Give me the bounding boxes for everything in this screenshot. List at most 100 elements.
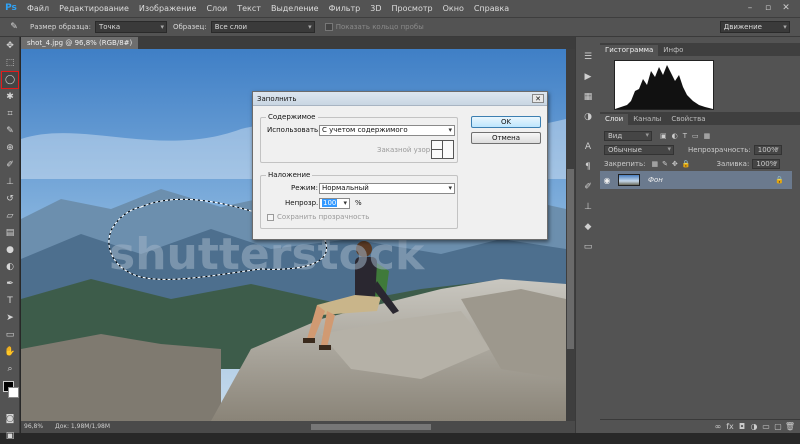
- preserve-transparency-checkbox[interactable]: [267, 214, 274, 221]
- menu-edit[interactable]: Редактирование: [54, 4, 134, 13]
- new-group-icon[interactable]: ▭: [760, 422, 772, 431]
- blur-tool-icon[interactable]: ●: [2, 242, 18, 258]
- eyedropper-preset-icon[interactable]: ✎: [6, 19, 22, 35]
- quick-mask-icon[interactable]: ◙: [2, 411, 18, 427]
- new-layer-icon[interactable]: ▢: [772, 422, 784, 431]
- crop-tool-icon[interactable]: ⌗: [2, 106, 18, 122]
- restore-button[interactable]: ▫: [762, 2, 774, 14]
- background-color-swatch[interactable]: [8, 387, 19, 398]
- tab-properties[interactable]: Свойства: [666, 114, 710, 125]
- layer-opacity-field[interactable]: 100%: [753, 145, 782, 155]
- lasso-tool-icon[interactable]: ◯: [1, 71, 19, 89]
- type-tool-icon[interactable]: T: [2, 293, 18, 309]
- character-panel-icon[interactable]: A: [580, 139, 596, 155]
- tab-layers[interactable]: Слои: [600, 114, 629, 125]
- doc-size-readout: Док: 1,98M/1,98M: [55, 423, 111, 430]
- layer-row-background[interactable]: ◉ Фон 🔒: [600, 171, 792, 189]
- zoom-readout[interactable]: 96,8%: [21, 421, 55, 433]
- custom-pattern-picker: [431, 140, 454, 159]
- fill-dialog: Заполнить ✕ Содержимое Использовать: С у…: [252, 91, 548, 240]
- zoom-tool-icon[interactable]: ⌕: [2, 361, 18, 377]
- timeline-panel-icon[interactable]: ▭: [580, 239, 596, 255]
- cancel-button[interactable]: Отмена: [471, 132, 541, 144]
- close-window-button[interactable]: ✕: [780, 2, 792, 14]
- eyedropper-tool-icon[interactable]: ✎: [2, 123, 18, 139]
- minimize-button[interactable]: –: [744, 2, 756, 14]
- clone-stamp-tool-icon[interactable]: ⊥: [2, 174, 18, 190]
- layer-lock-icon: 🔒: [775, 176, 784, 184]
- menu-3d[interactable]: 3D: [365, 4, 386, 13]
- menu-view[interactable]: Просмотр: [387, 4, 438, 13]
- path-selection-tool-icon[interactable]: ➤: [2, 310, 18, 326]
- color-swatches[interactable]: [2, 381, 19, 407]
- layer-kind-select[interactable]: Вид: [604, 131, 652, 141]
- layer-style-icon[interactable]: fx: [724, 422, 736, 431]
- vertical-scrollbar[interactable]: [566, 49, 575, 421]
- document-tab[interactable]: shot_4.jpg @ 96,8% (RGB/8#): [21, 37, 139, 49]
- menu-window[interactable]: Окно: [438, 4, 469, 13]
- blend-row: Обычные Непрозрачность: 100%: [604, 143, 796, 157]
- show-ring-checkbox[interactable]: [324, 23, 333, 31]
- 3d-panel-icon[interactable]: ◆: [580, 219, 596, 235]
- move-tool-icon[interactable]: ✥: [2, 38, 18, 54]
- fill-opacity-label: Непрозр.:: [285, 199, 321, 207]
- tab-info[interactable]: Инфо: [658, 45, 688, 56]
- preserve-transparency-label: Сохранить прозрачность: [277, 213, 370, 221]
- lock-icons[interactable]: ▦✎✥🔒: [651, 160, 694, 168]
- healing-brush-tool-icon[interactable]: ⊕: [2, 140, 18, 156]
- screen-mode-icon[interactable]: ▣: [2, 428, 18, 444]
- layer-filter-icons[interactable]: ▣◐T▭▦: [660, 132, 715, 140]
- layers-tabs: Слои Каналы Свойства: [600, 112, 800, 125]
- horizontal-scroll-thumb[interactable]: [311, 424, 431, 430]
- show-ring-label: Показать кольцо пробы: [335, 23, 424, 31]
- layer-visibility-icon[interactable]: ◉: [600, 176, 614, 185]
- brush-panel-icon[interactable]: ✐: [580, 179, 596, 195]
- magic-wand-tool-icon[interactable]: ✱: [2, 89, 18, 105]
- menu-help[interactable]: Справка: [469, 4, 514, 13]
- actions-panel-icon[interactable]: ▶: [580, 69, 596, 85]
- workspace-select[interactable]: Движение: [719, 21, 790, 33]
- blend-mode-select[interactable]: Обычные: [604, 145, 674, 155]
- menu-type[interactable]: Текст: [232, 4, 266, 13]
- tools-panel: ✥ ⬚ ◯ ✱ ⌗ ✎ ⊕ ✐ ⊥ ↺ ▱ ▤ ● ◐ ✒ T ➤ ▭ ✋ ⌕ …: [0, 37, 20, 441]
- dodge-tool-icon[interactable]: ◐: [2, 259, 18, 275]
- hand-tool-icon[interactable]: ✋: [2, 344, 18, 360]
- menu-image[interactable]: Изображение: [134, 4, 202, 13]
- eraser-tool-icon[interactable]: ▱: [2, 208, 18, 224]
- clone-source-panel-icon[interactable]: ⊥: [580, 199, 596, 215]
- paragraph-panel-icon[interactable]: ¶: [580, 159, 596, 175]
- menu-bar: Ps Файл Редактирование Изображение Слои …: [0, 0, 800, 17]
- vertical-scroll-thumb[interactable]: [567, 169, 574, 349]
- sample-select[interactable]: Все слои: [210, 21, 315, 33]
- tab-channels[interactable]: Каналы: [628, 114, 666, 125]
- adjustments-panel-icon[interactable]: ◑: [580, 109, 596, 125]
- adjustment-layer-icon[interactable]: ◑: [748, 422, 760, 431]
- history-panel-icon[interactable]: ☰: [580, 49, 596, 65]
- ok-button[interactable]: OK: [471, 116, 541, 128]
- swatches-panel-icon[interactable]: ▦: [580, 89, 596, 105]
- shape-tool-icon[interactable]: ▭: [2, 327, 18, 343]
- dialog-close-button[interactable]: ✕: [532, 94, 544, 103]
- menu-file[interactable]: Файл: [22, 4, 54, 13]
- layer-fill-field[interactable]: 100%: [752, 159, 781, 169]
- delete-layer-icon[interactable]: 🗑: [784, 422, 796, 431]
- mode-select[interactable]: Нормальный: [319, 183, 455, 194]
- menu-layers[interactable]: Слои: [201, 4, 232, 13]
- layer-name[interactable]: Фон: [648, 176, 663, 184]
- history-brush-tool-icon[interactable]: ↺: [2, 191, 18, 207]
- add-mask-icon[interactable]: ◘: [736, 422, 748, 431]
- marquee-tool-icon[interactable]: ⬚: [2, 55, 18, 71]
- pen-tool-icon[interactable]: ✒: [2, 276, 18, 292]
- gradient-tool-icon[interactable]: ▤: [2, 225, 18, 241]
- fill-opacity-input[interactable]: 100: [319, 198, 350, 209]
- use-select[interactable]: С учетом содержимого: [319, 125, 455, 136]
- opacity-percent-label: %: [355, 199, 362, 207]
- menu-filter[interactable]: Фильтр: [324, 4, 366, 13]
- content-legend: Содержимое: [266, 113, 318, 121]
- tab-histogram[interactable]: Гистограмма: [600, 45, 659, 56]
- link-layers-icon[interactable]: ∞: [712, 422, 724, 431]
- sample-size-select[interactable]: Точка: [94, 21, 167, 33]
- blending-group: Наложение Режим: Нормальный Непрозр.: 10…: [260, 171, 458, 229]
- brush-tool-icon[interactable]: ✐: [2, 157, 18, 173]
- menu-select[interactable]: Выделение: [266, 4, 324, 13]
